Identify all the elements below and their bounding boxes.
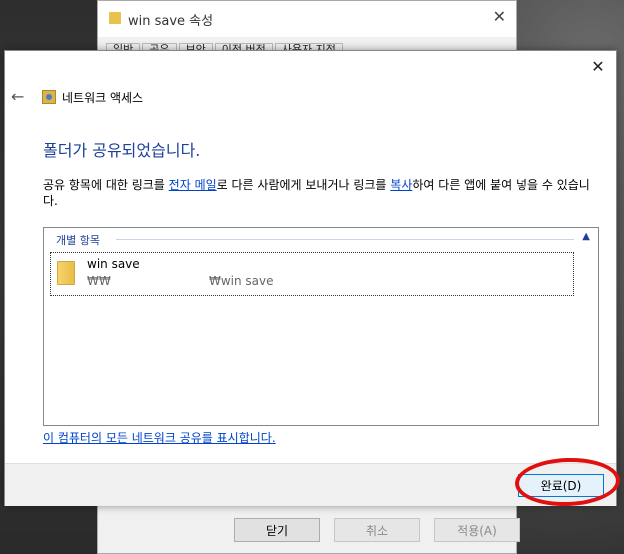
show-all-shares-link[interactable]: 이 컴퓨터의 모든 네트워크 공유를 표시합니다.	[43, 429, 276, 446]
properties-titlebar: win save 속성 ✕	[98, 1, 516, 37]
properties-button-row: 닫기 취소 적용(A)	[234, 518, 520, 542]
close-button[interactable]: 닫기	[234, 518, 320, 542]
item-path-suffix: ₩win save	[209, 274, 274, 288]
folder-icon	[57, 261, 75, 285]
group-divider	[116, 239, 574, 240]
page-title: 폴더가 공유되었습니다.	[43, 141, 201, 160]
item-path-prefix: ₩₩	[87, 274, 111, 288]
description-text-2: 로 다른 사람에게 보내거나 링크를	[216, 178, 391, 192]
shared-items-list: 개별 항목 ▲ win save ₩₩ ₩win save	[43, 227, 599, 426]
email-link[interactable]: 전자 메일	[169, 178, 217, 192]
network-access-dialog: ✕ ← 네트워크 액세스 폴더가 공유되었습니다. 공유 항목에 대한 링크를 …	[4, 50, 617, 506]
description: 공유 항목에 대한 링크를 전자 메일로 다른 사람에게 보내거나 링크를 복사…	[43, 177, 603, 209]
properties-title: win save 속성	[128, 14, 214, 29]
apply-button[interactable]: 적용(A)	[434, 518, 520, 542]
network-share-icon	[42, 90, 56, 104]
group-header: 개별 항목	[56, 234, 100, 247]
item-name: win save	[87, 257, 140, 271]
chevron-up-icon[interactable]: ▲	[582, 231, 590, 242]
close-icon[interactable]: ✕	[493, 7, 506, 26]
list-item[interactable]: win save ₩₩ ₩win save	[50, 252, 574, 296]
description-text-1: 공유 항목에 대한 링크를	[43, 178, 169, 192]
nav-title: 네트워크 액세스	[62, 91, 144, 105]
copy-link[interactable]: 복사	[390, 178, 412, 192]
back-arrow-icon[interactable]: ←	[11, 87, 24, 106]
folder-icon	[109, 12, 121, 24]
cancel-button[interactable]: 취소	[334, 518, 420, 542]
close-icon[interactable]: ✕	[588, 57, 608, 76]
